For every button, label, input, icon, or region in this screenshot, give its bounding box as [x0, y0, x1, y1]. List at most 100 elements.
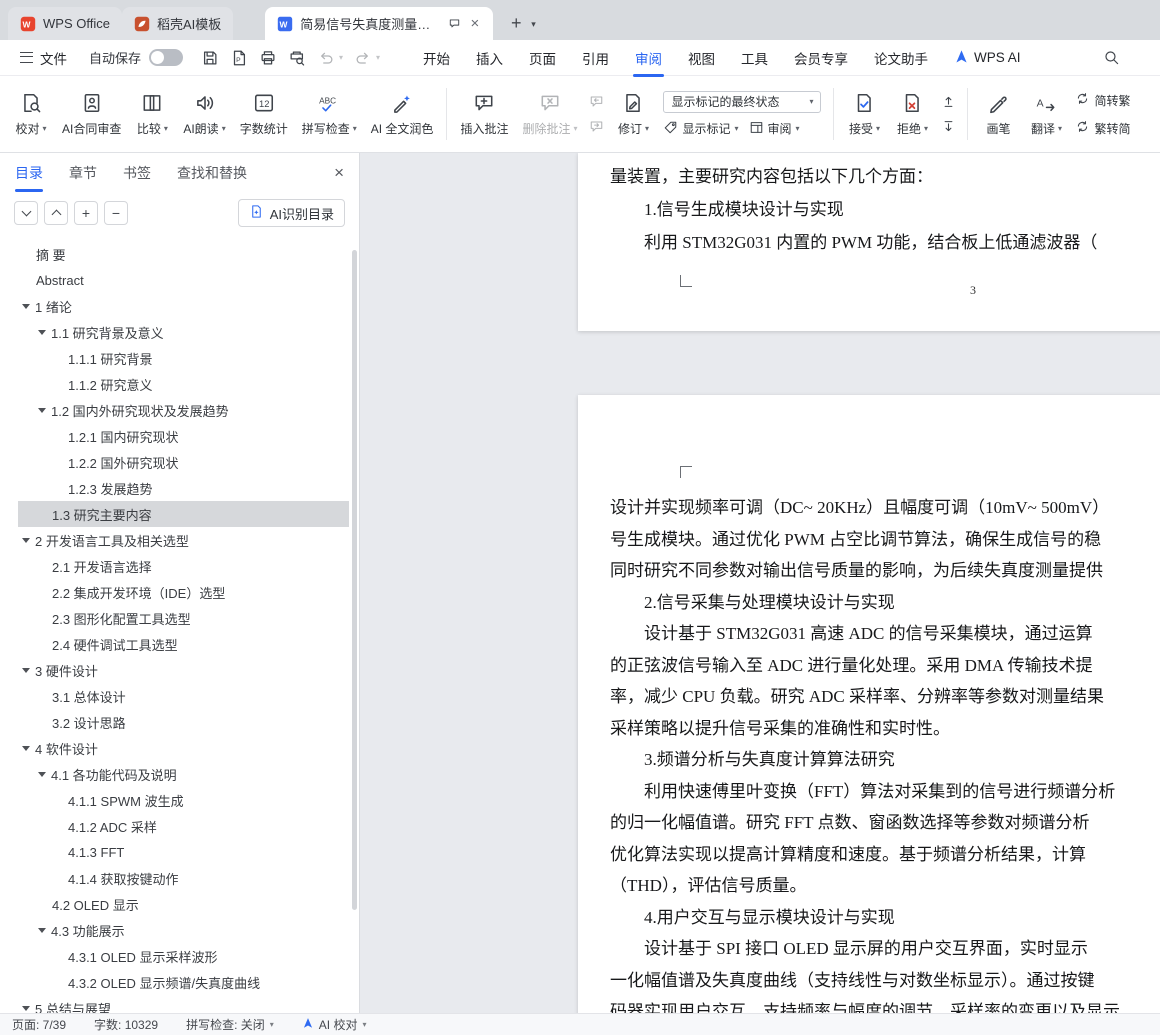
previous-comment-button[interactable] — [589, 94, 604, 109]
zoom-in-button[interactable]: + — [74, 201, 98, 225]
accept-change-button[interactable]: 接受▾ — [841, 86, 887, 142]
page-indicator[interactable]: 页面: 7/39 — [12, 1016, 66, 1033]
toc-item[interactable]: 4.2 OLED 显示 — [0, 891, 359, 917]
markup-state-select[interactable]: 显示标记的最终状态 ▾ — [663, 91, 821, 113]
track-changes-button[interactable]: 修订▾ — [610, 86, 656, 142]
traditional-to-simplified-button[interactable]: 繁转简 — [1075, 119, 1130, 137]
expand-all-button[interactable] — [14, 201, 38, 225]
menu-tab[interactable]: 审阅 — [622, 39, 675, 77]
menu-tab[interactable]: 页面 — [516, 39, 569, 77]
proofread-button[interactable]: 校对▾ — [8, 86, 54, 142]
document-page-bottom-fragment[interactable]: 量装置，主要研究内容包括以下几个方面：1.信号生成模块设计与实现利用 STM32… — [578, 153, 1160, 331]
word-count-indicator[interactable]: 字数: 10329 — [94, 1016, 158, 1033]
panel-tab[interactable]: 章节 — [69, 153, 97, 192]
toc-item[interactable]: 4 软件设计 — [0, 735, 359, 761]
sidebar-scrollbar[interactable] — [352, 250, 357, 910]
tab-docer-ai-template[interactable]: 稻壳AI模板 — [122, 7, 233, 40]
next-change-button[interactable] — [941, 119, 956, 134]
ai-polish-button[interactable]: AI 全文润色 — [365, 86, 440, 142]
toc-item[interactable]: 4.1.1 SPWM 波生成 — [0, 787, 359, 813]
toc-item[interactable]: 1.3 研究主要内容 — [0, 501, 359, 527]
toc-expand-icon[interactable] — [38, 772, 46, 777]
toc-item[interactable]: 4.3 功能展示 — [0, 917, 359, 943]
tab-document[interactable]: W 简易信号失真度测量装置的设... × — [265, 7, 493, 40]
comment-indicator-icon[interactable] — [448, 17, 461, 30]
simplified-to-traditional-button[interactable]: 简转繁 — [1075, 91, 1130, 109]
toc-item[interactable]: 1.2.2 国外研究现状 — [0, 449, 359, 475]
toc-expand-icon[interactable] — [22, 668, 30, 673]
search-icon[interactable] — [1103, 49, 1120, 66]
toc-expand-icon[interactable] — [22, 304, 30, 309]
toc-item[interactable]: 4.1.4 获取按键动作 — [0, 865, 359, 891]
toc-item[interactable]: 4.1.2 ADC 采样 — [0, 813, 359, 839]
toc-item[interactable]: 3.2 设计思路 — [0, 709, 359, 735]
undo-button[interactable] — [317, 49, 335, 67]
ai-read-aloud-button[interactable]: AI朗读▾ — [177, 86, 231, 142]
toc-item[interactable]: 5 总结与展望 — [0, 995, 359, 1013]
translate-button[interactable]: A 翻译▾ — [1023, 86, 1069, 142]
toc-item[interactable]: 3.1 总体设计 — [0, 683, 359, 709]
toc-item[interactable]: 1.2.3 发展趋势 — [0, 475, 359, 501]
toc-item[interactable]: 1 绪论 — [0, 293, 359, 319]
ai-contract-review-button[interactable]: AI合同审查 — [56, 86, 127, 142]
save-button[interactable] — [201, 49, 219, 67]
toc-item[interactable]: 2.2 集成开发环境（IDE）选型 — [0, 579, 359, 605]
toc-expand-icon[interactable] — [22, 538, 30, 543]
word-count-button[interactable]: 12 字数统计 — [234, 86, 294, 142]
toc-item[interactable]: 1.2 国内外研究现状及发展趋势 — [0, 397, 359, 423]
toc-expand-icon[interactable] — [22, 746, 30, 751]
toc-item[interactable]: 4.1.3 FFT — [0, 839, 359, 865]
menu-tab[interactable]: 会员专享 — [781, 39, 861, 77]
toc-item[interactable]: 2 开发语言工具及相关选型 — [0, 527, 359, 553]
spell-check-button[interactable]: ABC 拼写检查▾ — [296, 86, 363, 142]
collapse-all-button[interactable] — [44, 201, 68, 225]
zoom-out-button[interactable]: − — [104, 201, 128, 225]
insert-comment-button[interactable]: 插入批注 — [454, 86, 514, 142]
toc-item[interactable]: 4.1 各功能代码及说明 — [0, 761, 359, 787]
toc-expand-icon[interactable] — [22, 1006, 30, 1011]
reject-change-button[interactable]: 拒绝▾ — [889, 86, 935, 142]
panel-close-icon[interactable]: × — [334, 164, 344, 181]
autosave-toggle[interactable] — [149, 49, 183, 66]
menu-tab[interactable]: 开始 — [410, 39, 463, 77]
next-comment-button[interactable] — [589, 119, 604, 134]
toc-item[interactable]: 摘 要 — [0, 241, 359, 267]
new-tab-button[interactable]: + — [503, 10, 529, 36]
menu-tab[interactable]: 视图 — [675, 39, 728, 77]
toc-item[interactable]: Abstract — [0, 267, 359, 293]
tab-wps-office[interactable]: W WPS Office — [8, 7, 122, 40]
toc-item[interactable]: 2.3 图形化配置工具选型 — [0, 605, 359, 631]
toc-expand-icon[interactable] — [38, 928, 46, 933]
undo-caret-icon[interactable]: ▾ — [339, 53, 343, 62]
review-pane-button[interactable]: 审阅 ▾ — [749, 120, 800, 138]
delete-comment-button[interactable]: 删除批注▾ — [516, 86, 583, 142]
toc-item[interactable]: 1.1.2 研究意义 — [0, 371, 359, 397]
toc-item[interactable]: 3 硬件设计 — [0, 657, 359, 683]
toc-expand-icon[interactable] — [38, 330, 46, 335]
menu-tab[interactable]: 工具 — [728, 39, 781, 77]
ai-recognize-toc-button[interactable]: AI识别目录 — [238, 199, 345, 227]
spellcheck-status[interactable]: 拼写检查: 关闭▾ — [186, 1016, 274, 1033]
tab-close-icon[interactable]: × — [468, 15, 481, 32]
toc-item[interactable]: 2.4 硬件调试工具选型 — [0, 631, 359, 657]
tab-list-caret-icon[interactable]: ▾ — [531, 19, 536, 30]
file-menu-button[interactable]: 文件 — [14, 44, 73, 72]
panel-tab[interactable]: 查找和替换 — [177, 153, 247, 192]
toc-item[interactable]: 1.2.1 国内研究现状 — [0, 423, 359, 449]
menu-tab[interactable]: 论文助手 — [861, 39, 941, 77]
panel-tab[interactable]: 书签 — [123, 153, 151, 192]
export-pdf-button[interactable]: P — [230, 49, 248, 67]
toc-item[interactable]: 1.1.1 研究背景 — [0, 345, 359, 371]
show-markup-button[interactable]: 显示标记 ▾ — [663, 120, 738, 138]
toc-item[interactable]: 4.3.1 OLED 显示采样波形 — [0, 943, 359, 969]
previous-change-button[interactable] — [941, 94, 956, 109]
menu-wps-ai[interactable]: WPS AI — [941, 40, 1034, 76]
redo-caret-icon[interactable]: ▾ — [376, 53, 380, 62]
document-page[interactable]: 设计并实现频率可调（DC~ 20KHz）且幅度可调（10mV~ 500mV）号生… — [578, 395, 1160, 1013]
ink-pen-button[interactable]: 画笔 — [975, 86, 1021, 142]
document-canvas[interactable]: 量装置，主要研究内容包括以下几个方面：1.信号生成模块设计与实现利用 STM32… — [360, 153, 1160, 1013]
redo-button[interactable] — [354, 49, 372, 67]
compare-button[interactable]: 比较▾ — [129, 86, 175, 142]
toc-item[interactable]: 2.1 开发语言选择 — [0, 553, 359, 579]
toc-expand-icon[interactable] — [38, 408, 46, 413]
